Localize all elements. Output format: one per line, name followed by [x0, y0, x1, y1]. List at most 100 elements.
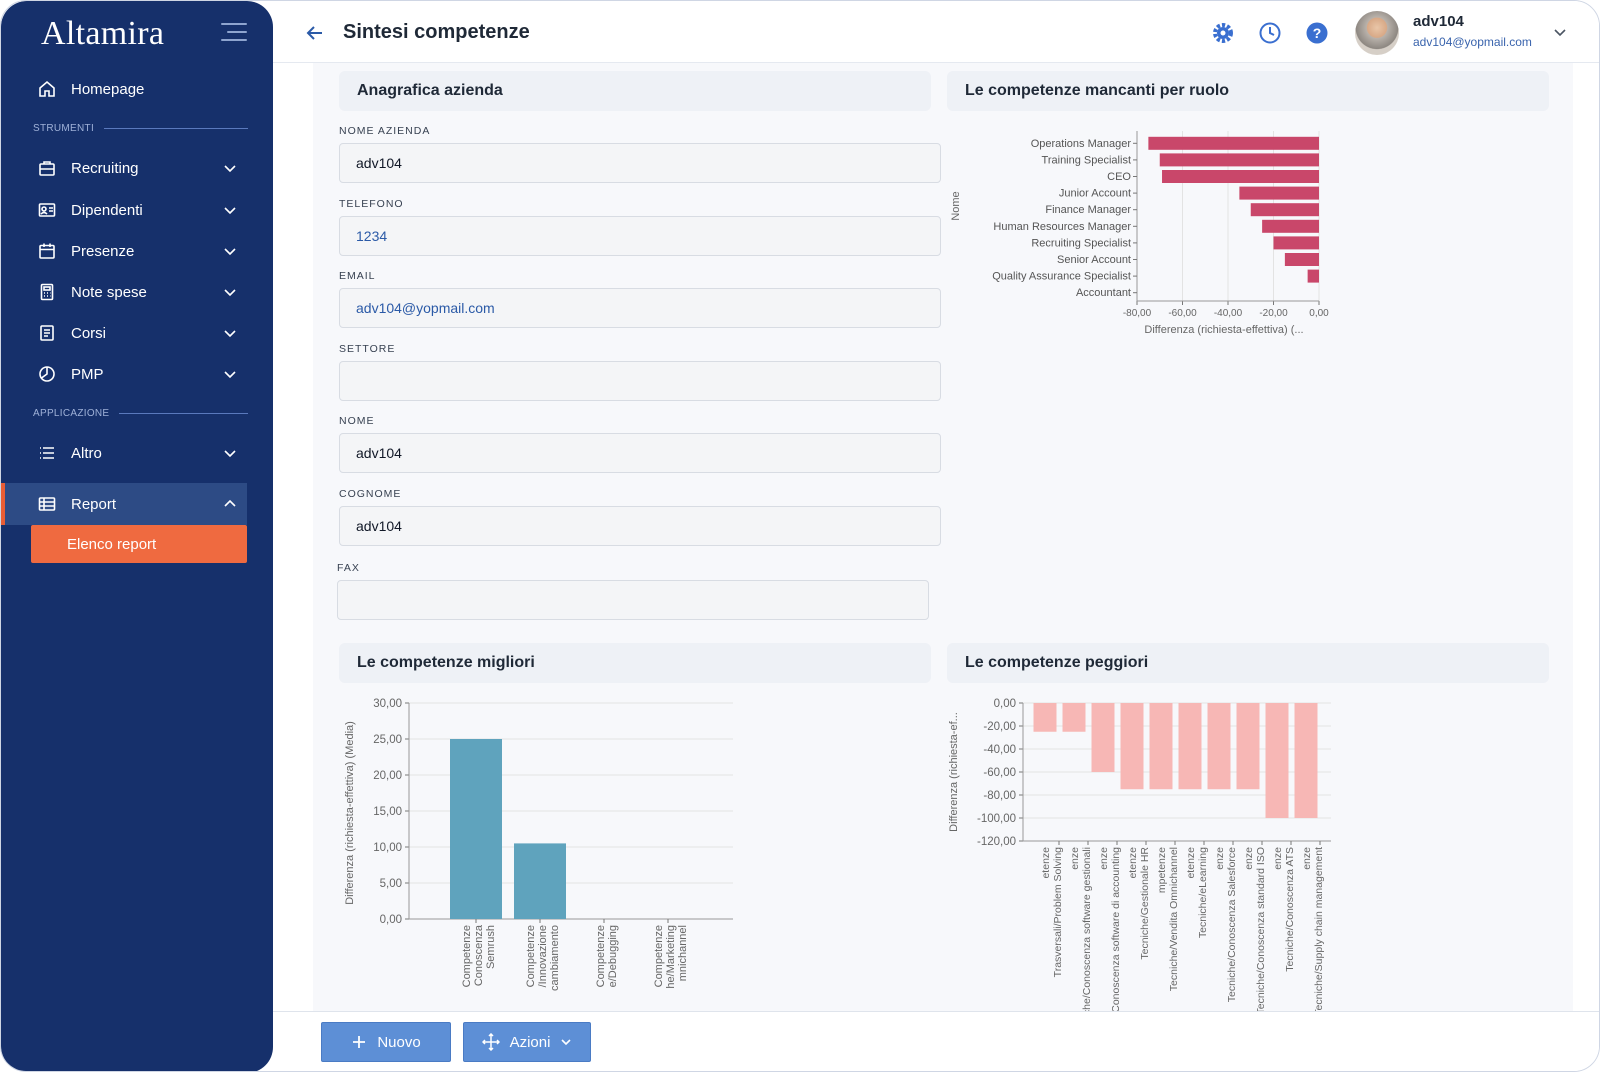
- cognome-field[interactable]: adv104: [339, 506, 941, 546]
- x-tick-label: Tecniche/Conoscenza software gestionali: [1081, 847, 1093, 1011]
- x-tick-label: Tecniche/Conoscenza software di accounti…: [1110, 847, 1122, 1011]
- y-tick-label: 25,00: [373, 734, 402, 746]
- chevron-up-icon: [224, 499, 236, 507]
- x-tick-label-group: enze Tecniche/Conoscenza standard ISO: [1243, 847, 1267, 1011]
- avatar[interactable]: [1355, 11, 1399, 55]
- sidebar-item-label: Note spese: [71, 283, 147, 301]
- sidebar-item-report[interactable]: Report: [31, 486, 249, 522]
- bar-4: [1149, 703, 1173, 790]
- user-email: adv104@yopmail.com: [1413, 35, 1532, 49]
- help-icon[interactable]: ?: [1305, 21, 1329, 45]
- bar-senior-account: [1284, 253, 1319, 266]
- new-button-label: Nuovo: [377, 1033, 421, 1051]
- nome-azienda-field[interactable]: adv104: [339, 143, 941, 183]
- x-tick-label-group: etenze Tecniche/eLearning: [1185, 847, 1209, 938]
- label-settore: SETTORE: [339, 343, 396, 355]
- bar-2: [1091, 703, 1115, 772]
- bar-recruiting-specialist: [1273, 236, 1319, 250]
- x-tick-label: enze: [1069, 847, 1081, 870]
- x-tick-label: Conoscenza: [473, 924, 485, 986]
- y-tick-label: 5,00: [380, 878, 402, 890]
- actions-button-label: Azioni: [509, 1033, 551, 1051]
- bar-3: [1120, 703, 1144, 790]
- x-tick-label: 0,00: [1309, 308, 1329, 319]
- sidebar-item-dipendenti[interactable]: Dipendenti: [31, 192, 249, 228]
- sidebar-item-homepage[interactable]: Homepage: [31, 71, 249, 107]
- x-tick-label-group: Competenze he/Marketing mnichannel: [653, 925, 689, 989]
- sidebar-item-label: Recruiting: [71, 159, 139, 177]
- x-tick-label: Competenze: [461, 925, 473, 987]
- label-email: EMAIL: [339, 270, 376, 282]
- y-tick-label: -100,00: [977, 813, 1016, 825]
- sidebar-item-label: Altro: [71, 444, 102, 462]
- y-tick-label: -40,00: [983, 744, 1016, 756]
- content-panel: Anagrafica azienda NOME AZIENDA adv104 T…: [313, 63, 1573, 1011]
- section-label-app: APPLICAZIONE: [33, 408, 248, 419]
- email-field[interactable]: adv104@yopmail.com: [339, 288, 941, 328]
- y-tick-label: Finance Manager: [1045, 204, 1131, 216]
- chevron-down-icon: [224, 450, 236, 458]
- y-axis-label: Nome: [950, 191, 962, 220]
- sidebar-subitem-elenco-report[interactable]: Elenco report: [31, 525, 247, 563]
- new-button[interactable]: Nuovo: [321, 1022, 451, 1062]
- calculator-icon: [37, 282, 57, 302]
- y-tick-label: CEO: [1107, 171, 1131, 183]
- actions-button[interactable]: Azioni: [463, 1022, 591, 1062]
- x-tick-label-group: etenze Trasversali/Problem Solving: [1040, 847, 1064, 977]
- bar-operations-manager: [1148, 136, 1319, 150]
- menu-toggle-icon[interactable]: [221, 23, 247, 43]
- x-tick-label-group: enze Tecniche/Conoscenza software gestion…: [1069, 847, 1093, 1011]
- x-tick-label: Tecniche/Conoscenza Salesforce: [1226, 847, 1238, 1002]
- x-tick-label-group: enze Tecniche/Conoscenza ATS: [1272, 847, 1296, 972]
- calendar-icon: [37, 241, 57, 261]
- x-tick-label: /Innovazione: [537, 925, 549, 987]
- gear-icon[interactable]: [1211, 21, 1235, 45]
- y-axis-label: Differenza (richiesta-ef...: [948, 712, 960, 832]
- brand-logo: Altamira: [41, 15, 165, 52]
- clock-icon[interactable]: [1258, 21, 1282, 45]
- nome-field[interactable]: adv104: [339, 433, 941, 473]
- sidebar-item-pmp[interactable]: PMP: [31, 356, 249, 392]
- x-tick-label: Trasversali/Problem Solving: [1052, 847, 1064, 977]
- sidebar-item-corsi[interactable]: Corsi: [31, 315, 249, 351]
- x-tick-label-group: etenze Tecniche/Gestionale HR: [1127, 847, 1151, 960]
- chevron-down-icon[interactable]: [1553, 25, 1567, 39]
- sidebar-item-note-spese[interactable]: Note spese: [31, 274, 249, 310]
- chevron-down-icon: [224, 207, 236, 215]
- page-title: Sintesi competenze: [343, 21, 530, 43]
- chevron-down-icon: [224, 165, 236, 173]
- label-cognome: COGNOME: [339, 488, 402, 500]
- id-card-icon: [37, 200, 57, 220]
- telefono-field[interactable]: 1234: [339, 216, 941, 256]
- settore-field[interactable]: [339, 361, 941, 401]
- chevron-down-icon: [224, 330, 236, 338]
- bar-1: [1062, 703, 1086, 732]
- card-title-missing: Le competenze mancanti per ruolo: [947, 71, 1549, 111]
- card-title-worst: Le competenze peggiori: [947, 643, 1549, 683]
- label-nome-azienda: NOME AZIENDA: [339, 125, 431, 137]
- x-tick-label: etenze: [1127, 847, 1139, 879]
- back-arrow-icon[interactable]: [305, 23, 325, 43]
- y-axis-label: Differenza (richiesta-effettiva) (Media): [344, 721, 356, 905]
- sidebar-item-presenze[interactable]: Presenze: [31, 233, 249, 269]
- x-tick-label: enze: [1214, 847, 1226, 870]
- sidebar: Altamira Homepage STRUMENTI Recruiting D…: [1, 1, 273, 1071]
- x-tick-label: e/Debugging: [607, 925, 619, 987]
- bar-6: [1207, 703, 1231, 790]
- bar-finance-manager: [1250, 203, 1319, 217]
- bar-junior-account: [1239, 186, 1319, 200]
- x-tick-label: he/Marketing: [665, 925, 677, 989]
- svg-text:?: ?: [1313, 25, 1322, 41]
- x-tick-label-group: enze Tecniche/Conoscenza Salesforce: [1214, 847, 1238, 1002]
- x-tick-label-group: enze Tecniche/Supply chain management: [1301, 847, 1325, 1011]
- y-tick-label: 30,00: [373, 698, 402, 710]
- y-tick-label: Operations Manager: [1031, 138, 1132, 150]
- worst-skills-chart: -120,00 -100,00 -80,00 -60,00 -40,00 -20,00 0,…: [948, 698, 1331, 1011]
- sidebar-item-recruiting[interactable]: Recruiting: [31, 150, 249, 186]
- x-tick-label: Semrush: [485, 925, 497, 969]
- x-tick-label-group: enze Tecniche/Conoscenza software di acco…: [1098, 847, 1122, 1011]
- y-tick-label: Accountant: [1076, 287, 1131, 299]
- x-tick-label: mpetenze: [1156, 847, 1168, 893]
- sidebar-item-altro[interactable]: Altro: [31, 435, 249, 471]
- fax-field[interactable]: [337, 580, 929, 620]
